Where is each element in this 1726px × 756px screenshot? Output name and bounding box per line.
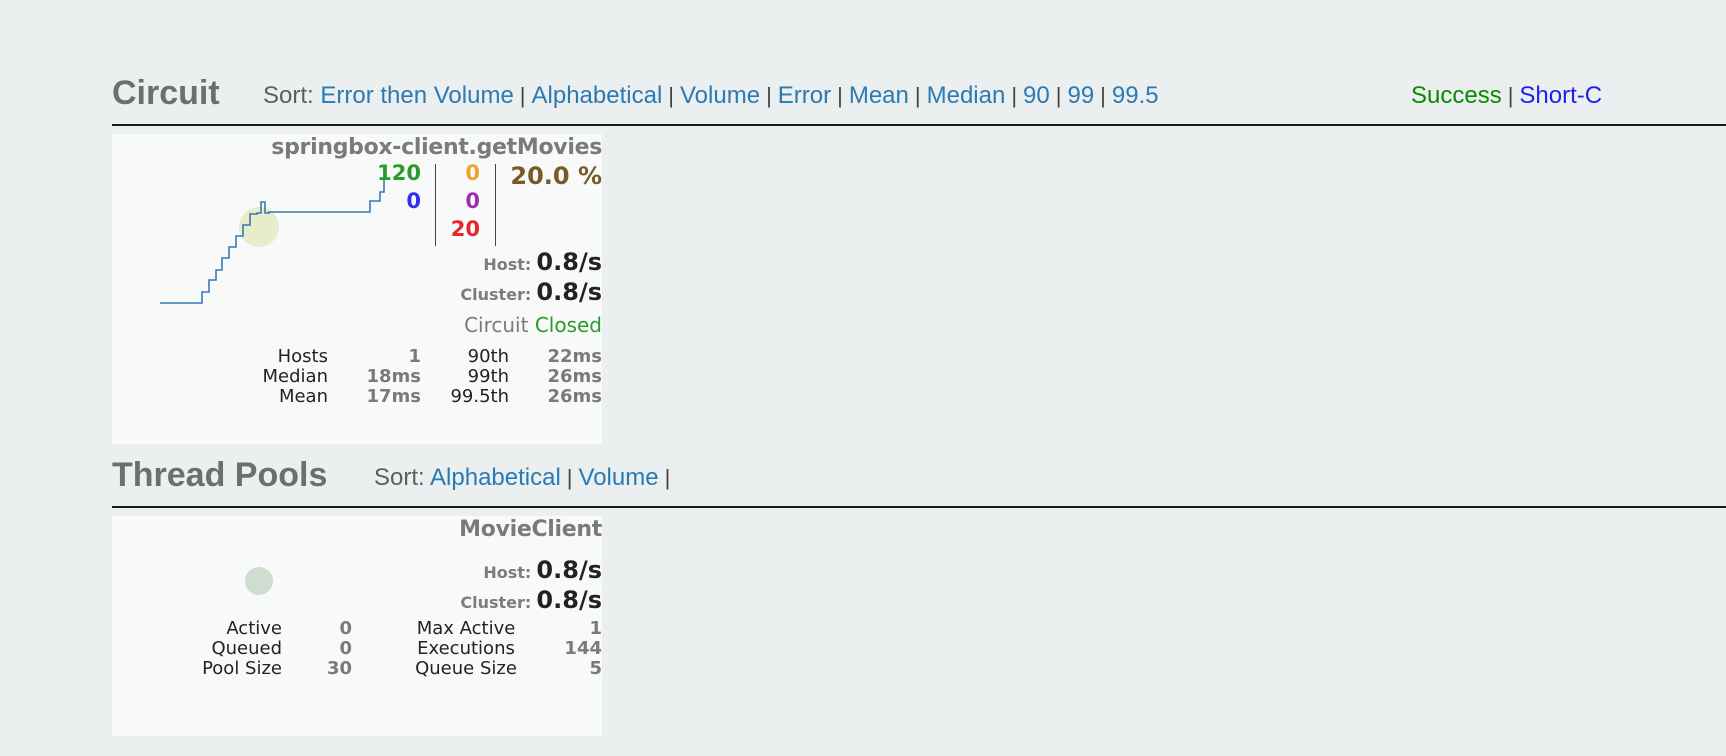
- pool-stat-labels-2: Max Active Executions Queue Size: [396, 619, 536, 679]
- sort-median-link[interactable]: Median: [927, 82, 1006, 109]
- sort-error-link[interactable]: Error: [778, 82, 831, 109]
- circuit-host-rate: Host: 0.8/s: [483, 248, 602, 276]
- stat-value: 0: [339, 618, 352, 639]
- stat-value: 5: [589, 658, 602, 679]
- stat-label: Queued: [211, 638, 282, 659]
- stat-value: 22ms: [547, 346, 602, 367]
- stat-value: 30: [326, 658, 352, 679]
- timeout-count: 0: [465, 161, 480, 185]
- stat-value: 1: [589, 618, 602, 639]
- pool-sort-alphabetical-link[interactable]: Alphabetical: [430, 464, 561, 491]
- stat-label: Queue Size: [415, 658, 517, 679]
- stat-value: 17ms: [366, 386, 421, 407]
- pool-stat-labels-1: Active Queued Pool Size: [202, 619, 282, 679]
- host-rate-value: 0.8/s: [536, 556, 602, 584]
- stat-value: 0: [339, 638, 352, 659]
- legend-success: Success: [1411, 82, 1502, 109]
- cluster-label: Cluster:: [460, 593, 532, 612]
- circuit-stat-values-2: 22ms 26ms 26ms: [547, 347, 602, 407]
- circuit-cluster-rate: Cluster: 0.8/s: [460, 278, 602, 306]
- host-label: Host:: [483, 255, 532, 274]
- circuit-status: Circuit Closed: [464, 313, 602, 337]
- sort-99-link[interactable]: 99: [1067, 82, 1094, 109]
- stat-label: Max Active: [416, 618, 516, 639]
- pool-sort-volume-link[interactable]: Volume: [579, 464, 659, 491]
- circuit-stat-values-1: 1 18ms 17ms: [366, 347, 421, 407]
- sort-alphabetical-link[interactable]: Alphabetical: [532, 82, 663, 109]
- short-circuited-count: 0: [406, 189, 421, 213]
- stat-label: Hosts: [277, 346, 328, 367]
- stat-value: 18ms: [366, 366, 421, 387]
- circuit-section-title: Circuit: [112, 74, 220, 112]
- circuit-sort-bar: Sort: Error then Volume | Alphabetical | Vol…: [263, 82, 1159, 109]
- circuit-status-value: Closed: [534, 313, 602, 337]
- circuit-card: springbox-client.getMovies 120 0 0 0 20 …: [112, 134, 602, 444]
- stat-label: Pool Size: [202, 658, 282, 679]
- cluster-label: Cluster:: [460, 285, 532, 304]
- circuit-legend: Success | Short-C: [1411, 82, 1603, 109]
- sort-mean-link[interactable]: Mean: [849, 82, 909, 109]
- sort-error-then-volume-link[interactable]: Error then Volume: [320, 82, 513, 109]
- stat-value: 26ms: [547, 366, 602, 387]
- failure-count: 20: [450, 217, 480, 241]
- circuit-stat-labels-1: Hosts Median Mean: [263, 347, 328, 407]
- stat-label: Executions: [417, 638, 515, 659]
- sort-label: Sort:: [374, 464, 425, 491]
- thread-pools-section-title: Thread Pools: [112, 456, 328, 494]
- sort-label: Sort:: [263, 82, 314, 109]
- count-divider-1: [435, 164, 436, 246]
- stat-label: 90th: [467, 346, 509, 367]
- rejected-count: 0: [465, 189, 480, 213]
- legend-short-circuited: Short-C: [1519, 82, 1603, 109]
- circuit-stat-labels-2: 90th 99th 99.5th: [450, 347, 509, 407]
- host-rate-value: 0.8/s: [536, 248, 602, 276]
- cluster-rate-value: 0.8/s: [536, 278, 602, 306]
- stat-label: Mean: [278, 386, 328, 407]
- stat-label: Active: [226, 618, 282, 639]
- pool-stat-values-2: 1 144 5: [564, 619, 602, 679]
- cluster-rate-value: 0.8/s: [536, 586, 602, 614]
- success-count: 120: [377, 161, 421, 185]
- sort-99-5-link[interactable]: 99.5: [1112, 82, 1159, 109]
- thread-pool-card: MovieClient Host: 0.8/s Cluster: 0.8/s A…: [112, 516, 602, 736]
- sort-volume-link[interactable]: Volume: [680, 82, 760, 109]
- thread-pools-sort-bar: Sort: Alphabetical | Volume |: [374, 464, 671, 491]
- pool-host-rate: Host: 0.8/s: [483, 556, 602, 584]
- thread-pool-health-bubble: [245, 567, 273, 595]
- sort-90-link[interactable]: 90: [1023, 82, 1050, 109]
- stat-label: 99th: [467, 366, 509, 387]
- host-label: Host:: [483, 563, 532, 582]
- error-percentage: 20.0 %: [510, 162, 602, 190]
- count-divider-2: [495, 164, 496, 246]
- pool-cluster-rate: Cluster: 0.8/s: [460, 586, 602, 614]
- stat-value: 26ms: [547, 386, 602, 407]
- pool-stat-values-1: 0 0 30: [327, 619, 352, 679]
- stat-label: 99.5th: [450, 386, 509, 407]
- thread-pools-section-header: Thread Pools Sort: Alphabetical | Volume |: [112, 450, 1726, 508]
- stat-value: 1: [408, 346, 421, 367]
- stat-label: Median: [262, 366, 328, 387]
- stat-value: 144: [564, 638, 602, 659]
- circuit-status-label: Circuit: [464, 313, 529, 337]
